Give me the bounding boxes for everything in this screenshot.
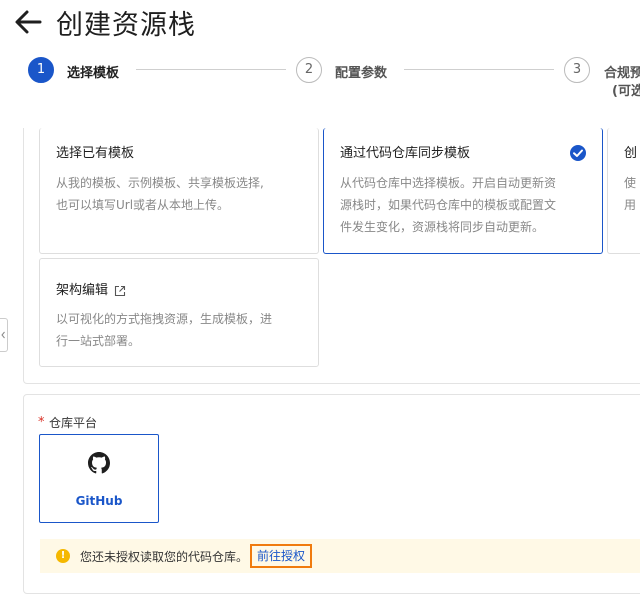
step-2-label: 配置参数 [335,66,388,81]
card-repo-sync-template[interactable]: 通过代码仓库同步模板 从代码仓库中选择模板。开启自动更新资 源栈时，如果代码仓库… [323,128,603,254]
card-description: 以可视化的方式拖拽资源，生成模板，进 行一站式部署。 [56,312,273,348]
step-1-label: 选择模板 [67,66,120,81]
card-description: 从我的模板、示例模板、共享模板选择, 也可以填写Url或者从本地上传。 [56,176,264,212]
card-title: 通过代码仓库同步模板 [340,146,471,161]
card-title: 创 [624,146,638,161]
card-description: 从代码仓库中选择模板。开启自动更新资 源栈时，如果代码仓库中的模板或配置文 件发… [340,176,557,234]
card-description: 使 用 [624,176,637,212]
step-3-sublabel: (可选 [612,84,640,98]
card-existing-template[interactable]: 选择已有模板 从我的模板、示例模板、共享模板选择, 也可以填写Url或者从本地上… [39,128,319,254]
selected-check-icon [570,145,586,161]
external-link-icon [114,285,126,296]
side-panel-handle[interactable] [0,318,8,352]
step-3-label: 合规预 [604,66,640,81]
step-3-number: 3 [564,57,590,83]
github-label: GitHub [75,494,123,508]
github-platform-option[interactable]: GitHub [39,434,159,523]
chevron-left-icon [1,331,5,339]
go-authorize-link[interactable]: 前往授权 [250,544,313,568]
card-architecture-editor[interactable]: 架构编辑 以可视化的方式拖拽资源，生成模板，进 行一站式部署。 [39,258,319,367]
step-divider [136,69,286,70]
authorization-alert: ! 您还未授权读取您的代码仓库。 前往授权 [40,539,640,573]
page-header: 创建资源栈 [0,0,640,45]
repo-platform-label: 仓库平台 [49,416,98,430]
back-arrow-icon[interactable] [12,6,44,38]
step-divider [404,69,554,70]
step-2-number: 2 [296,57,322,83]
step-1-number: 1 [28,57,54,83]
card-title: 架构编辑 [56,279,126,298]
page-title: 创建资源栈 [56,10,196,41]
warning-icon: ! [56,549,70,563]
required-mark: * [38,415,45,430]
alert-message: 您还未授权读取您的代码仓库。 [80,550,249,564]
wizard-steps: 1 选择模板 2 配置参数 3 合规预 (可选 [0,52,640,98]
github-icon [88,452,110,474]
card-title: 选择已有模板 [56,146,135,161]
card-create-template[interactable]: 创 使 用 [607,128,640,254]
